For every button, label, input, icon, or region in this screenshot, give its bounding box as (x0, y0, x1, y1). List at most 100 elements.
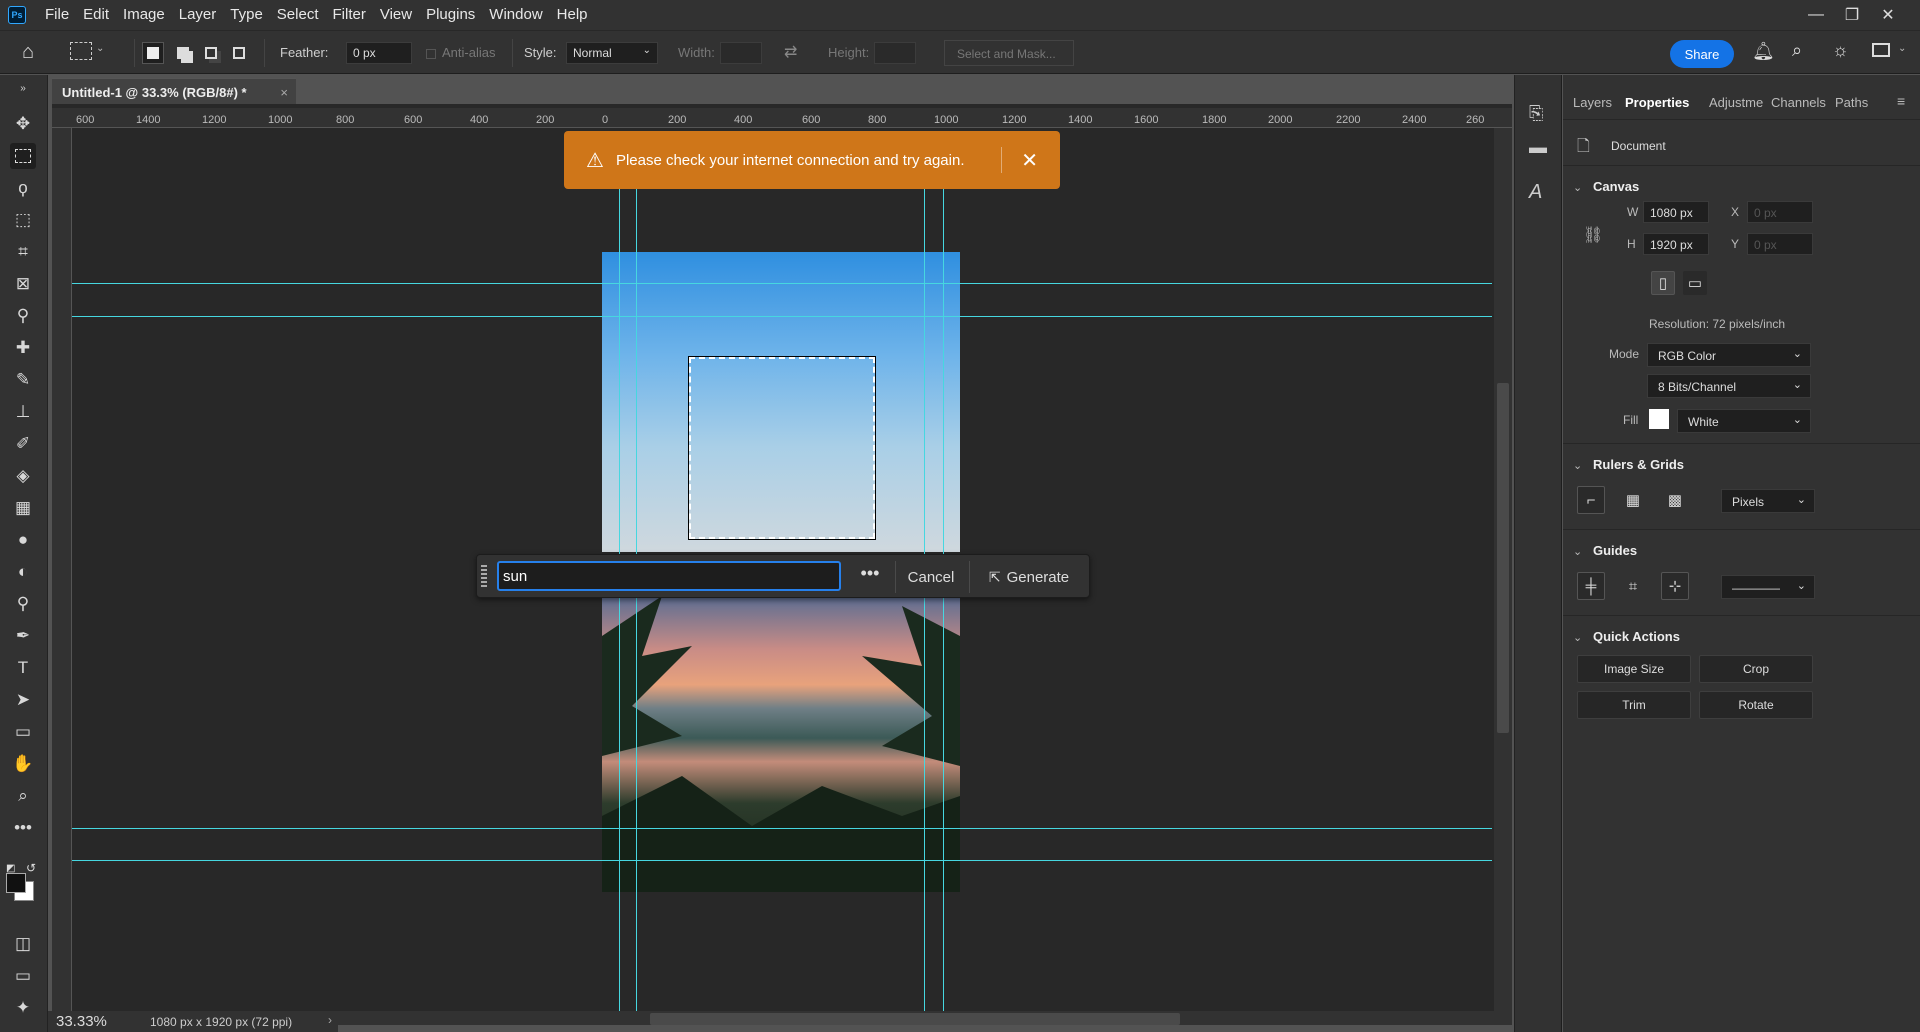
menu-filter[interactable]: Filter (326, 0, 373, 30)
grid-icon[interactable]: ▦ (1619, 486, 1647, 514)
crop-tool-icon[interactable]: ⌗ (10, 239, 36, 265)
tab-layers[interactable]: Layers (1573, 95, 1612, 110)
guide-vertical[interactable] (924, 188, 925, 1011)
guide-horizontal[interactable] (72, 828, 1492, 829)
pixel-grid-icon[interactable]: ▩ (1661, 486, 1689, 514)
menu-plugins[interactable]: Plugins (419, 0, 482, 30)
glyphs-icon[interactable]: A (1529, 181, 1542, 204)
frame-tool-icon[interactable]: ⊠ (10, 271, 36, 297)
zoom-tool-icon[interactable]: ⌕ (10, 783, 36, 809)
guide-horizontal[interactable] (72, 316, 1492, 317)
dodge-tool-icon[interactable]: ◐ (10, 559, 36, 585)
marquee-tool-icon[interactable] (10, 143, 36, 169)
ruler-units-select[interactable]: Pixels ⌄ (1721, 489, 1815, 513)
history-icon[interactable]: ⎘ (1529, 103, 1543, 124)
fill-color-swatch[interactable] (1649, 409, 1669, 429)
more-options-button[interactable]: ••• (853, 563, 887, 591)
restore-button[interactable]: ❐ (1834, 5, 1870, 25)
panel-menu-icon[interactable]: ≡ (1897, 93, 1905, 109)
menu-edit[interactable]: Edit (76, 0, 116, 30)
add-selection-icon[interactable] (172, 42, 194, 64)
generative-icon[interactable]: ✦ (10, 995, 36, 1021)
close-tab-icon[interactable]: × (280, 85, 288, 100)
horizontal-scroll-thumb[interactable] (650, 1013, 1180, 1025)
select-and-mask-button[interactable]: Select and Mask... (944, 40, 1074, 66)
chevron-down-icon[interactable]: ⌄ (1898, 43, 1906, 54)
screen-mode-icon[interactable]: ▭ (10, 963, 36, 989)
chevron-down-icon[interactable]: ⌄ (1573, 459, 1582, 472)
link-icon[interactable]: ⛓ (1583, 225, 1603, 245)
vertical-scroll-thumb[interactable] (1497, 383, 1509, 733)
menu-help[interactable]: Help (550, 0, 595, 30)
stamp-tool-icon[interactable]: ⊥ (10, 399, 36, 425)
portrait-orientation-icon[interactable]: ▯ (1651, 271, 1675, 295)
menu-window[interactable]: Window (482, 0, 549, 30)
blur-tool-icon[interactable]: ● (10, 527, 36, 553)
close-toast-icon[interactable]: ✕ (1021, 148, 1038, 173)
guide-vertical[interactable] (619, 188, 620, 1011)
menu-type[interactable]: Type (223, 0, 270, 30)
home-icon[interactable]: ⌂ (22, 41, 34, 64)
guide-style-select[interactable]: ———— ⌄ (1721, 575, 1815, 599)
lightbulb-icon[interactable]: ☼ (1832, 40, 1849, 61)
menu-select[interactable]: Select (270, 0, 326, 30)
chevron-right-icon[interactable]: › (328, 1013, 332, 1027)
landscape-orientation-icon[interactable]: ▭ (1683, 271, 1707, 295)
canvas-y-input[interactable]: 0 px (1747, 233, 1813, 255)
tab-channels[interactable]: Channels (1771, 95, 1826, 110)
intersect-selection-icon[interactable] (228, 42, 250, 64)
bit-depth-select[interactable]: 8 Bits/Channel ⌄ (1647, 374, 1811, 398)
eyedropper-tool-icon[interactable]: ⚲ (10, 303, 36, 329)
menu-layer[interactable]: Layer (172, 0, 224, 30)
minimize-button[interactable]: — (1798, 6, 1834, 24)
tab-adjustments[interactable]: Adjustme (1709, 95, 1763, 110)
drag-handle-icon[interactable] (481, 565, 487, 589)
foreground-color-swatch[interactable] (6, 873, 26, 893)
quick-mask-icon[interactable]: ◫ (10, 931, 36, 957)
share-button[interactable]: Share (1670, 40, 1734, 68)
pen-tool-icon[interactable]: ✒ (10, 623, 36, 649)
guide-horizontal[interactable] (72, 283, 1492, 284)
path-select-tool-icon[interactable]: ➤ (10, 687, 36, 713)
cancel-button[interactable]: Cancel (899, 561, 963, 593)
rotate-button[interactable]: Rotate (1699, 691, 1813, 719)
guide-vertical[interactable] (943, 188, 944, 1011)
trim-button[interactable]: Trim (1577, 691, 1691, 719)
rulers-icon[interactable]: ⌐ (1577, 486, 1605, 514)
hand-tool-icon[interactable]: ✋ (10, 751, 36, 777)
more-tools-icon[interactable]: ••• (10, 815, 36, 841)
search-icon[interactable]: ⌕ (1792, 40, 1802, 61)
tab-properties[interactable]: Properties (1625, 95, 1689, 110)
lock-guides-icon[interactable]: ⌗ (1619, 572, 1647, 600)
workspace-icon[interactable] (1872, 43, 1890, 57)
marquee-preset-icon[interactable] (70, 42, 92, 60)
fill-select[interactable]: White ⌄ (1677, 409, 1811, 433)
canvas-section-title[interactable]: Canvas (1593, 179, 1639, 194)
brush-tool-icon[interactable]: ✎ (10, 367, 36, 393)
collapse-icon[interactable]: » (10, 81, 36, 95)
chevron-down-icon[interactable]: ⌄ (1573, 181, 1582, 194)
guides-section-title[interactable]: Guides (1593, 543, 1637, 558)
anti-alias-checkbox[interactable] (426, 49, 436, 59)
tab-paths[interactable]: Paths (1835, 95, 1868, 110)
healing-brush-tool-icon[interactable]: ✚ (10, 335, 36, 361)
style-select[interactable]: Normal ⌄ (566, 42, 658, 64)
width-input[interactable] (720, 42, 762, 64)
document-tab[interactable]: Untitled-1 @ 33.3% (RGB/8#) * × (52, 78, 296, 104)
height-input[interactable] (874, 42, 916, 64)
menu-file[interactable]: File (38, 0, 76, 30)
chevron-down-icon[interactable]: ⌄ (96, 43, 104, 54)
chevron-down-icon[interactable]: ⌄ (1573, 545, 1582, 558)
menu-image[interactable]: Image (116, 0, 172, 30)
canvas-height-input[interactable]: 1920 px (1643, 233, 1709, 255)
gradient-tool-icon[interactable]: ▦ (10, 495, 36, 521)
rulers-grids-section-title[interactable]: Rulers & Grids (1593, 457, 1684, 472)
chevron-down-icon[interactable]: ⌄ (1573, 631, 1582, 644)
swap-colors-icon[interactable]: ↺ (26, 861, 36, 875)
swap-icon[interactable]: ⇄ (784, 42, 797, 62)
move-tool-icon[interactable]: ✥ (10, 111, 36, 137)
type-tool-icon[interactable]: T (10, 655, 36, 681)
quick-actions-section-title[interactable]: Quick Actions (1593, 629, 1680, 644)
canvas-x-input[interactable]: 0 px (1747, 201, 1813, 223)
new-selection-icon[interactable] (142, 42, 164, 64)
